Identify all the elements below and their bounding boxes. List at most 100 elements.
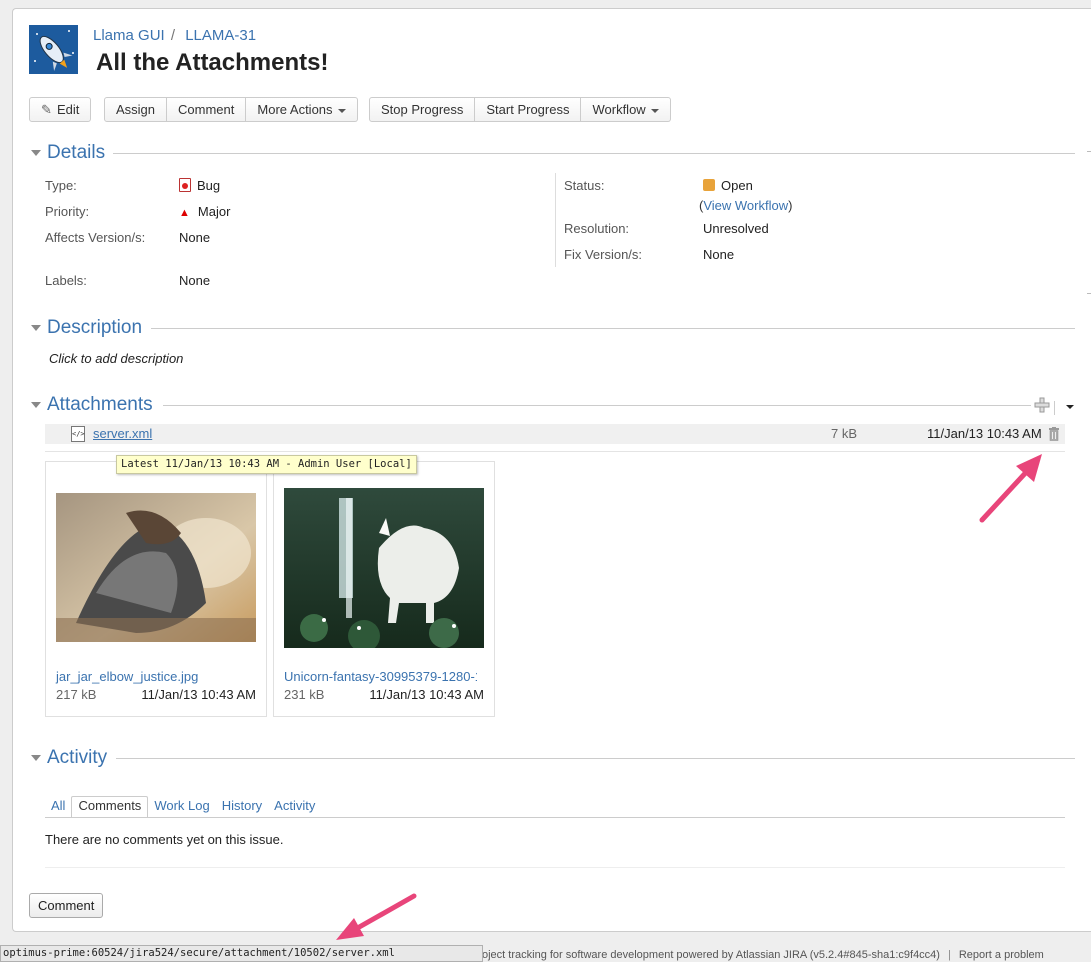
report-problem-link[interactable]: Report a problem [959, 949, 1044, 961]
resolution-label: Resolution: [564, 221, 630, 236]
workflow-button[interactable]: Workflow [581, 97, 671, 122]
status-value-text: Open [721, 178, 753, 193]
view-workflow-link[interactable]: View Workflow [703, 198, 788, 213]
details-column-divider [555, 173, 556, 267]
thumbnail-date: 11/Jan/13 10:43 AM [369, 687, 484, 702]
thumbnail-date: 11/Jan/13 10:43 AM [141, 687, 256, 702]
project-avatar[interactable] [29, 25, 78, 74]
pencil-icon: ✎ [41, 102, 52, 117]
edit-button-label: Edit [57, 102, 80, 117]
thumbnail-link[interactable]: jar_jar_elbow_justice.jpg [56, 669, 198, 684]
major-priority-icon: ▲ [179, 207, 190, 219]
labels-label: Labels: [45, 273, 87, 288]
labels-value[interactable]: None [179, 273, 210, 288]
trash-icon[interactable] [1048, 427, 1060, 441]
paren-close: ) [788, 198, 793, 213]
edit-button[interactable]: ✎ Edit [29, 97, 92, 122]
section-divider [116, 758, 1075, 759]
thumbnail-link[interactable]: Unicorn-fantasy-30995379-1280-1 [284, 669, 477, 684]
tab-activity[interactable]: Activity [268, 797, 321, 817]
footer-separator: | [947, 949, 951, 961]
comment-toolbar-button[interactable]: Comment [167, 97, 247, 122]
scroll-marker [1087, 151, 1091, 152]
attachments-heading: Attachments [47, 394, 163, 416]
details-section-toggle[interactable]: Details [31, 142, 116, 164]
type-value: Bug [179, 178, 220, 193]
attachment-file-date: 11/Jan/13 10:43 AM [927, 426, 1042, 441]
description-heading: Description [47, 317, 153, 339]
thumbnail-image[interactable] [56, 493, 256, 642]
breadcrumb: Llama GUI / LLAMA-31 [93, 27, 256, 44]
attachment-row: </> server.xml 7 kB 11/Jan/13 10:43 AM [45, 424, 1065, 444]
type-label: Type: [45, 178, 77, 193]
workflow-label: Workflow [592, 102, 646, 117]
open-status-icon [703, 179, 715, 191]
issue-title[interactable]: All the Attachments! [96, 49, 328, 77]
details-heading: Details [47, 142, 116, 164]
affects-version-value: None [179, 230, 211, 245]
attachment-list-divider [45, 451, 1065, 452]
footer-powered-by[interactable]: oject tracking for software development … [482, 949, 940, 961]
bug-icon [179, 178, 191, 192]
breadcrumb-separator: / [170, 27, 176, 44]
assign-button[interactable]: Assign [104, 97, 168, 122]
stop-progress-button[interactable]: Stop Progress [369, 97, 476, 122]
edit-group: ✎ Edit [29, 97, 92, 122]
resolution-value: Unresolved [703, 221, 769, 236]
tab-all[interactable]: All [45, 797, 71, 817]
attachments-section-toggle[interactable]: Attachments [31, 394, 163, 416]
chevron-down-icon [337, 108, 346, 113]
priority-value-text: Major [197, 204, 231, 219]
section-divider [163, 405, 1031, 406]
breadcrumb-project-link[interactable]: Llama GUI [93, 27, 165, 44]
type-value-text: Bug [197, 178, 221, 193]
workflow-group: Stop Progress Start Progress Workflow [369, 97, 671, 122]
xml-file-icon: </> [71, 426, 85, 442]
comments-divider [45, 867, 1065, 868]
collapse-twisty-icon [31, 755, 41, 761]
breadcrumb-issue-key-link[interactable]: LLAMA-31 [185, 27, 256, 44]
collapse-twisty-icon [31, 150, 41, 156]
thumbnail-size: 231 kB [284, 687, 325, 702]
priority-value: ▲ Major [179, 204, 230, 219]
activity-tabs: All Comments Work Log History Activity [45, 795, 321, 818]
collapse-twisty-icon [31, 402, 41, 408]
view-workflow: (View Workflow) [699, 198, 792, 213]
rocket-avatar-icon [29, 25, 78, 74]
thumbnail-size: 217 kB [56, 687, 97, 702]
description-placeholder[interactable]: Click to add description [49, 351, 183, 366]
chevron-down-icon [650, 108, 659, 113]
thumbnail-card[interactable]: jar_jar_elbow_justice.jpg 217 kB 11/Jan/… [45, 461, 267, 717]
section-divider [113, 153, 1075, 154]
attachment-file-size: 7 kB [831, 426, 858, 441]
no-comments-message: There are no comments yet on this issue. [45, 832, 284, 847]
status-label: Status: [564, 178, 605, 193]
attachment-tooltip: Latest 11/Jan/13 10:43 AM - Admin User [… [116, 455, 417, 474]
fix-version-label: Fix Version/s: [564, 247, 643, 262]
toolbar-divider [1054, 401, 1055, 415]
affects-version-label: Affects Version/s: [45, 230, 146, 245]
tab-history[interactable]: History [216, 797, 268, 817]
activity-section-toggle[interactable]: Activity [31, 747, 118, 769]
more-actions-label: More Actions [257, 102, 333, 117]
footer: oject tracking for software development … [482, 949, 1044, 961]
tab-comments[interactable]: Comments [71, 796, 149, 818]
description-section-toggle[interactable]: Description [31, 317, 153, 339]
tab-work-log[interactable]: Work Log [148, 797, 215, 817]
attachment-file-link[interactable]: server.xml [93, 426, 152, 441]
section-divider [151, 328, 1075, 329]
thumbnail-card[interactable]: Unicorn-fantasy-30995379-1280-1 231 kB 1… [273, 461, 495, 717]
activity-heading: Activity [47, 747, 118, 769]
status-value: Open [703, 178, 753, 193]
start-progress-button[interactable]: Start Progress [475, 97, 582, 122]
tabs-underline [45, 817, 1065, 818]
add-icon[interactable] [1034, 397, 1050, 413]
scroll-marker [1087, 293, 1091, 294]
thumbnail-image[interactable] [284, 488, 484, 648]
comment-button[interactable]: Comment [29, 893, 104, 918]
browser-status-bar: optimus-prime:60524/jira524/secure/attac… [0, 945, 483, 962]
issue-page: Llama GUI / LLAMA-31 All the Attachments… [12, 8, 1091, 932]
more-actions-button[interactable]: More Actions [246, 97, 358, 122]
attachment-options-chevron-icon[interactable] [1066, 405, 1074, 409]
ops-group: Assign Comment More Actions [104, 97, 358, 122]
